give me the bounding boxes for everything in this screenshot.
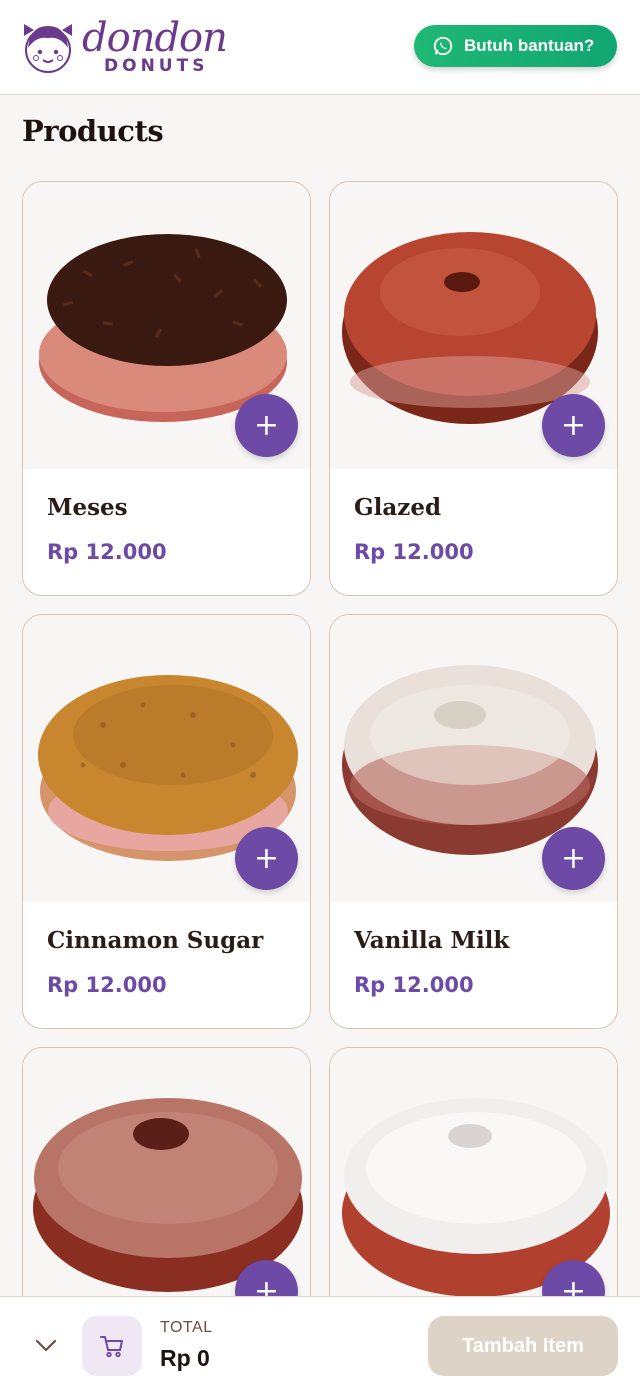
add-to-cart-button[interactable]: + <box>235 827 298 890</box>
product-image: + <box>23 1048 310 1335</box>
chevron-down-icon[interactable] <box>32 1331 60 1359</box>
product-name: Meses <box>47 494 128 521</box>
product-price: Rp 12.000 <box>354 973 474 997</box>
product-price: Rp 12.000 <box>354 540 474 564</box>
brand-subtitle: DONUTS <box>104 56 209 76</box>
brand-logo[interactable]: dondon DONUTS <box>20 12 240 82</box>
product-name: Cinnamon Sugar <box>47 927 264 954</box>
product-image: + <box>330 615 617 902</box>
cart-button[interactable] <box>82 1316 142 1376</box>
product-card[interactable]: + Cinnamon Sugar Rp 12.000 <box>22 614 311 1029</box>
add-to-cart-button[interactable]: + <box>542 827 605 890</box>
help-button[interactable]: Butuh bantuan? <box>414 25 617 67</box>
product-card[interactable]: + Meses Rp 12.000 <box>22 181 311 596</box>
product-image: + <box>23 615 310 902</box>
product-name: Glazed <box>354 494 442 521</box>
add-item-button[interactable]: Tambah Item <box>428 1316 618 1376</box>
add-to-cart-button[interactable]: + <box>235 394 298 457</box>
app-header: dondon DONUTS Butuh bantuan? <box>0 0 640 95</box>
total-label: TOTAL <box>160 1319 213 1336</box>
help-button-label: Butuh bantuan? <box>464 36 595 55</box>
product-card[interactable]: + Glazed Rp 12.000 <box>329 181 618 596</box>
product-card[interactable]: + Vanilla Milk Rp 12.000 <box>329 614 618 1029</box>
product-image: + <box>330 182 617 469</box>
cart-icon <box>100 1336 123 1358</box>
total-value: Rp 0 <box>160 1345 210 1371</box>
product-price: Rp 12.000 <box>47 540 167 564</box>
add-to-cart-button[interactable]: + <box>542 394 605 457</box>
whatsapp-icon <box>433 36 453 56</box>
brand-name: dondon <box>82 15 228 61</box>
page-title: Products <box>22 114 164 148</box>
product-image: + <box>330 1048 617 1335</box>
cart-summary-bar: TOTAL Rp 0 Tambah Item <box>0 1296 640 1394</box>
product-name: Vanilla Milk <box>354 927 510 954</box>
girl-mascot-icon <box>24 24 72 73</box>
product-price: Rp 12.000 <box>47 973 167 997</box>
product-image: + <box>23 182 310 469</box>
